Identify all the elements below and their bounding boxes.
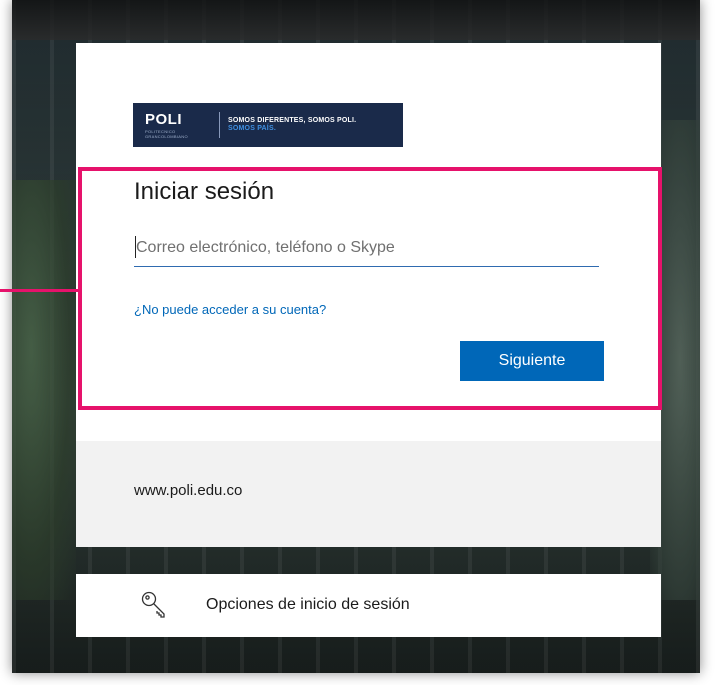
key-icon (141, 591, 165, 618)
footer-website: www.poli.edu.co (134, 482, 243, 499)
background-ceiling (12, 0, 700, 40)
page-title: Iniciar sesión (134, 178, 275, 205)
logo-mark: POLI POLITECNICO GRANCOLOMBIANO (133, 112, 215, 139)
background-plants-left (12, 180, 76, 600)
next-button[interactable]: Siguiente (460, 341, 604, 381)
text-caret (135, 236, 136, 258)
email-input[interactable] (134, 229, 599, 267)
highlight-connector-line (0, 289, 80, 292)
signin-options-label: Opciones de inicio de sesión (206, 596, 410, 613)
poli-logo: POLI POLITECNICO GRANCOLOMBIANO SOMOS DI… (133, 103, 403, 147)
logo-slogan-line2: SOMOS PAÍS. (228, 125, 276, 132)
logo-slogan-line1: SOMOS DIFERENTES, SOMOS POLI. (228, 117, 357, 124)
logo-slogan: SOMOS DIFERENTES, SOMOS POLI. SOMOS PAÍS… (228, 117, 356, 133)
cant-access-account-link[interactable]: ¿No puede acceder a su cuenta? (134, 302, 326, 317)
logo-divider (219, 112, 220, 138)
logo-tagline: POLITECNICO GRANCOLOMBIANO (145, 128, 188, 139)
logo-brand: POLI (145, 110, 183, 128)
